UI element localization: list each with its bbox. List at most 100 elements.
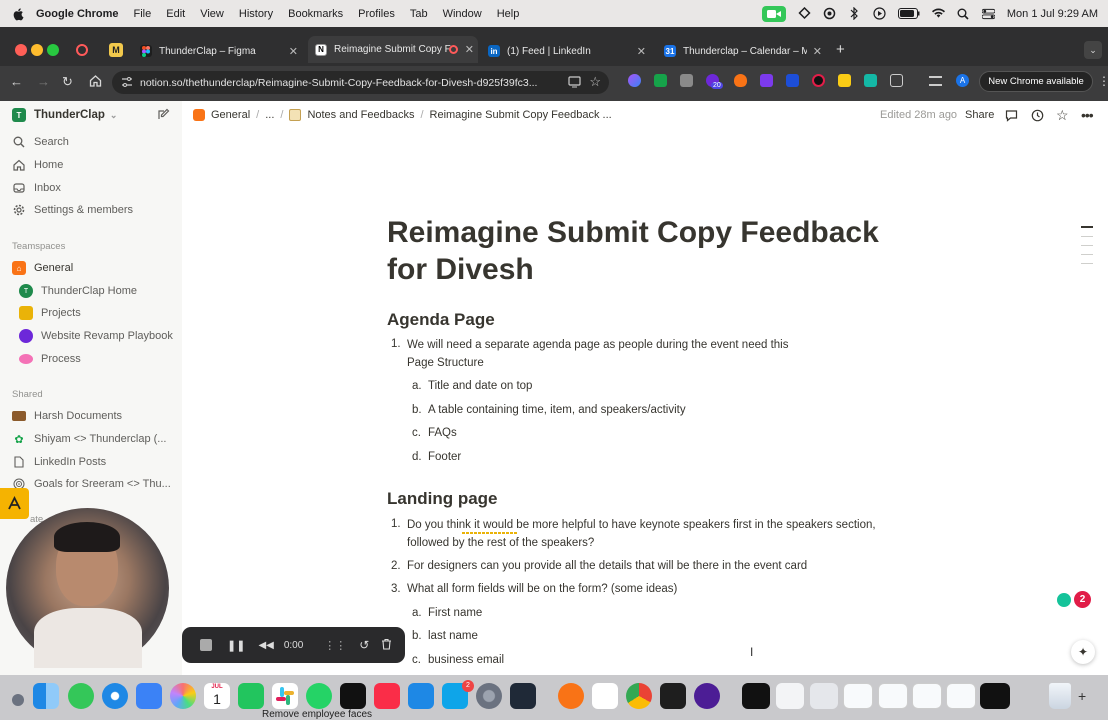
dock-siri-icon[interactable] (12, 694, 24, 706)
home-button-icon[interactable] (89, 74, 102, 90)
webcam-bubble[interactable] (6, 508, 169, 668)
menu-app-name[interactable]: Google Chrome (36, 8, 119, 20)
dock-mail-icon[interactable] (136, 683, 162, 709)
restart-icon[interactable]: ↺ (359, 638, 369, 652)
dock-chrome-icon[interactable] (626, 683, 652, 709)
facetime-status-icon[interactable] (761, 5, 786, 22)
extension-teal-icon[interactable] (864, 74, 877, 87)
list-item[interactable]: First name (428, 605, 482, 623)
cast-icon[interactable] (568, 76, 581, 91)
dock-music-icon[interactable] (374, 683, 400, 709)
dock-minimized-window[interactable] (843, 683, 873, 709)
site-info-icon[interactable] (121, 76, 133, 91)
menu-history[interactable]: History (239, 8, 273, 20)
address-bar[interactable]: notion.so/thethunderclap/Reimagine-Submi… (112, 71, 609, 94)
dock-monday-icon[interactable] (592, 683, 618, 709)
breadcrumb-ellipsis[interactable]: ... (265, 109, 274, 121)
updates-clock-icon[interactable] (1031, 109, 1044, 125)
dock-minimized-window[interactable] (946, 683, 976, 709)
page-title[interactable]: Reimagine Submit Copy Feedback for Dives… (387, 214, 927, 288)
more-options-icon[interactable]: ••• (1081, 107, 1094, 123)
menu-help[interactable]: Help (497, 8, 520, 20)
list-item[interactable]: For designers can you provide all the de… (407, 558, 807, 576)
menu-file[interactable]: File (134, 8, 152, 20)
dock-whatsapp-icon[interactable] (306, 683, 332, 709)
window-minimize-button[interactable] (31, 44, 43, 56)
bluetooth-icon[interactable] (848, 7, 861, 20)
new-page-icon[interactable] (157, 108, 170, 126)
extension-flame-icon[interactable] (734, 74, 747, 87)
sidebar-page-process[interactable]: Process (19, 349, 81, 369)
list-item[interactable]: A table containing time, item, and speak… (428, 402, 686, 420)
control-center-icon[interactable] (981, 7, 995, 20)
close-tab-icon[interactable]: ✕ (813, 45, 822, 58)
drag-grid-icon[interactable]: ⋮⋮ (324, 639, 346, 652)
extension-dark-icon[interactable] (812, 74, 825, 87)
menubar-clock[interactable]: Mon 1 Jul 9:29 AM (1007, 8, 1098, 20)
dock-safari-icon[interactable] (102, 683, 128, 709)
breadcrumb-general[interactable]: General (211, 109, 250, 121)
list-item[interactable]: We will need a separate agenda page as p… (407, 337, 887, 372)
list-item[interactable]: business email (428, 652, 504, 670)
sidebar-shared-goals[interactable]: Goals for Sreeram <> Thu... (12, 474, 171, 494)
new-chrome-available-button[interactable]: New Chrome available (979, 71, 1093, 92)
menu-profiles[interactable]: Profiles (358, 8, 395, 20)
list-item[interactable]: last name (428, 628, 478, 646)
bookmark-star-icon[interactable]: ☆ (589, 74, 601, 90)
feedback-widget-icon[interactable] (0, 488, 29, 519)
section-heading-agenda[interactable]: Agenda Page (387, 310, 495, 330)
grammarly-badge-icon[interactable]: 2 (1074, 591, 1091, 608)
sidebar-page-projects[interactable]: Projects (19, 303, 81, 323)
table-of-contents-indicator[interactable] (1081, 226, 1093, 264)
battery-icon[interactable] (897, 7, 920, 20)
chrome-menu-icon[interactable]: ⋮ (1098, 74, 1108, 88)
favorite-star-icon[interactable]: ☆ (1056, 107, 1069, 124)
forward-arrow-icon[interactable]: → (37, 74, 50, 89)
extension-green-icon[interactable] (654, 74, 667, 87)
menu-bookmarks[interactable]: Bookmarks (288, 8, 343, 20)
workspace-switcher[interactable]: T ThunderClap ⌄ (12, 105, 117, 125)
extension-n-icon[interactable] (786, 74, 799, 87)
apple-icon[interactable] (12, 7, 26, 21)
dock-appletv-icon[interactable] (340, 683, 366, 709)
dock-finder-icon[interactable] (33, 683, 59, 709)
profile-avatar-icon[interactable]: A (956, 74, 969, 87)
dock-calendar-icon[interactable]: JUL 1 (204, 683, 230, 709)
extension-camera-icon[interactable] (680, 74, 693, 87)
sidebar-page-website-revamp[interactable]: Website Revamp Playbook (19, 326, 173, 346)
dock-figma-icon[interactable] (660, 683, 686, 709)
dock-trash-icon[interactable] (1049, 683, 1071, 709)
dock-minimized-window[interactable] (810, 683, 838, 709)
list-item[interactable]: Title and date on top (428, 378, 532, 396)
dock-arc-icon[interactable] (694, 683, 720, 709)
close-tab-icon[interactable]: ✕ (289, 45, 298, 58)
sidebar-item-settings[interactable]: Settings & members (12, 200, 133, 220)
reading-list-icon[interactable] (929, 76, 942, 86)
breadcrumb-current[interactable]: Reimagine Submit Copy Feedback ... (430, 109, 612, 121)
list-item[interactable]: Footer (428, 449, 461, 467)
drive-status-icon[interactable] (798, 7, 811, 20)
sidebar-shared-shiyam[interactable]: ✿ Shiyam <> Thunderclap (... (12, 429, 166, 449)
spotlight-search-icon[interactable] (957, 7, 970, 20)
dock-minimized-window[interactable] (980, 683, 1010, 709)
sidebar-page-thunderclap-home[interactable]: T ThunderClap Home (19, 281, 137, 301)
sidebar-item-inbox[interactable]: Inbox (12, 178, 61, 198)
dock-add-icon[interactable]: + (1078, 688, 1086, 704)
stop-recording-button[interactable] (200, 639, 212, 651)
reload-icon[interactable]: ↻ (62, 74, 73, 90)
dock-minimized-window[interactable] (912, 683, 942, 709)
sidebar-shared-linkedin-posts[interactable]: LinkedIn Posts (12, 452, 106, 472)
dock-minimized-window[interactable] (776, 683, 804, 709)
window-close-button[interactable] (15, 44, 27, 56)
dock-slack-icon[interactable] (272, 683, 298, 709)
breadcrumb-notes[interactable]: Notes and Feedbacks (307, 109, 414, 121)
grammarly-icon[interactable] (1057, 593, 1071, 607)
dock-photos-icon[interactable] (170, 683, 196, 709)
play-status-icon[interactable] (873, 7, 886, 20)
pause-icon[interactable]: ❚❚ (227, 639, 245, 652)
sidebar-shared-harsh-documents[interactable]: Harsh Documents (12, 406, 122, 426)
url-text[interactable]: notion.so/thethunderclap/Reimagine-Submi… (140, 77, 565, 89)
menu-edit[interactable]: Edit (166, 8, 185, 20)
extension-gradient-icon[interactable] (628, 74, 641, 87)
list-item[interactable]: Do you think it would be more helpful to… (407, 517, 927, 552)
